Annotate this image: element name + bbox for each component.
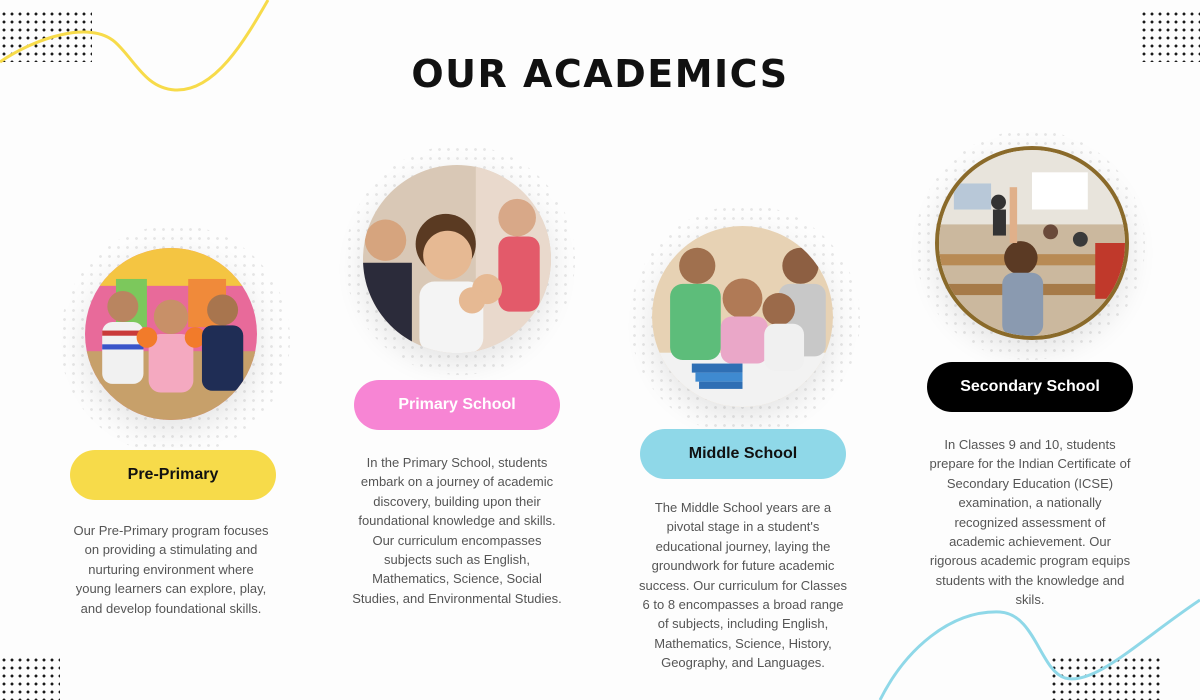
pre-primary-description: Our Pre-Primary program focuses on provi… [73, 523, 269, 616]
primary-school-description: In the Primary School, students embark o… [352, 455, 562, 606]
pre-primary-button[interactable]: Pre-Primary [70, 450, 276, 500]
secondary-school-photo [935, 146, 1129, 340]
middle-school-button[interactable]: Middle School [640, 429, 846, 479]
primary-school-photo [363, 165, 551, 353]
middle-school-photo [652, 226, 833, 407]
pre-primary-photo [85, 248, 257, 420]
primary-school-button[interactable]: Primary School [354, 380, 560, 430]
secondary-school-button[interactable]: Secondary School [927, 362, 1133, 412]
dot-grid-bottom-left [0, 656, 60, 700]
dot-grid-bottom-right [1050, 656, 1160, 700]
middle-school-description: The Middle School years are a pivotal st… [638, 500, 848, 671]
page-title: OUR ACADEMICS [411, 52, 789, 96]
secondary-school-description: In Classes 9 and 10, students prepare fo… [929, 437, 1131, 608]
